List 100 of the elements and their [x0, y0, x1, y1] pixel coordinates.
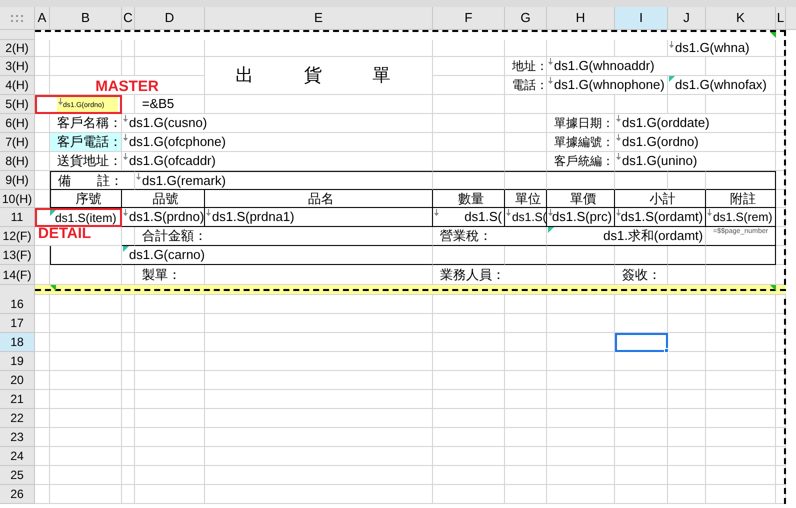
spreadsheet-cell[interactable]: 地址：	[505, 57, 547, 76]
column-header[interactable]: F	[433, 7, 505, 30]
spreadsheet-cell[interactable]: 單據日期：	[547, 114, 615, 133]
column-header[interactable]: H	[547, 7, 615, 30]
spreadsheet-cell[interactable]: 品名	[205, 190, 433, 208]
cell-text: =&B5	[142, 95, 174, 114]
spreadsheet-cell[interactable]: 合計金額：	[135, 227, 433, 246]
row-header[interactable]: 6(H)	[0, 114, 35, 133]
row-header[interactable]: 3(H)	[0, 57, 35, 76]
row-header[interactable]: 21	[0, 390, 35, 409]
cell-text: ds1.G(whnoaddr)	[554, 57, 654, 76]
spreadsheet-cell[interactable]: 單位	[505, 190, 547, 208]
spreadsheet-cell[interactable]: 品號	[122, 190, 205, 208]
spreadsheet-cell[interactable]: ds1.G(orddate)	[615, 114, 776, 133]
cell-text: ds1.G(ofcphone)	[129, 133, 226, 152]
row-header[interactable]: 22	[0, 409, 35, 428]
spreadsheet-cell[interactable]: 電話：	[505, 76, 547, 95]
spreadsheet-cell[interactable]: ds1.S(rem)	[706, 208, 776, 227]
spreadsheet-cell[interactable]: ds1.G(ofcphone)	[122, 133, 433, 152]
row-header[interactable]: 25	[0, 466, 35, 485]
spreadsheet-cell[interactable]: ds1.S(	[505, 208, 547, 227]
row-header[interactable]: 4(H)	[0, 76, 35, 95]
fill-handle[interactable]	[664, 348, 669, 353]
row-header[interactable]: 19	[0, 352, 35, 371]
column-header[interactable]: G	[505, 7, 547, 30]
row-header[interactable]: 13(F)	[0, 246, 35, 265]
spreadsheet-cell[interactable]: ds1.G(ofcaddr)	[122, 152, 433, 171]
band-label: MASTER	[95, 77, 159, 94]
column-header[interactable]: A	[35, 7, 50, 30]
spreadsheet-cell[interactable]: ds1.G(whna)	[668, 40, 776, 57]
spreadsheet-cell[interactable]: =&B5	[135, 95, 205, 114]
spreadsheet-cell[interactable]	[433, 171, 505, 190]
row-header[interactable]: 12(F)	[0, 227, 35, 246]
row-header[interactable]: 17	[0, 314, 35, 333]
row-header[interactable]: 11	[0, 208, 35, 227]
column-header[interactable]: E	[205, 7, 433, 30]
arrow-icon	[136, 173, 141, 180]
arrow-icon	[123, 134, 128, 141]
row-header[interactable]: 2(H)	[0, 40, 35, 57]
spreadsheet-cell[interactable]: ds1.求和(ordamt)	[547, 227, 706, 246]
spreadsheet-cell[interactable]: 小計	[615, 190, 706, 208]
spreadsheet-cell[interactable]: ds1.G(whnofax)	[668, 76, 776, 95]
row-header[interactable]: 5(H)	[0, 95, 35, 114]
column-header[interactable]: D	[135, 7, 205, 30]
spreadsheet-cell[interactable]	[615, 171, 668, 190]
spreadsheet-cell[interactable]	[505, 171, 547, 190]
spreadsheet-cell[interactable]: DETAIL	[35, 227, 122, 246]
row-header[interactable]: 14(F)	[0, 265, 35, 285]
spreadsheet-cell[interactable]	[706, 246, 776, 265]
cell-text: 單據日期：	[554, 115, 614, 132]
spreadsheet-cell[interactable]: ds1.G(ordno)	[615, 133, 776, 152]
spreadsheet-cell[interactable]: 附註	[706, 190, 776, 208]
spreadsheet-cell[interactable]: ds1.S(item)	[35, 208, 122, 227]
arrow-icon	[123, 209, 128, 216]
spreadsheet-cell[interactable]: ds1.G(whnoaddr)	[547, 57, 706, 76]
row-header[interactable]: 9(H)	[0, 171, 35, 190]
spreadsheet-cell[interactable]: 序號	[50, 190, 122, 208]
column-header[interactable]: C	[122, 7, 135, 30]
spreadsheet-cell[interactable]: ds1.G(unino)	[615, 152, 776, 171]
cell-text: 地址：	[512, 58, 548, 75]
spreadsheet-cell[interactable]	[547, 171, 615, 190]
cell-text: 業務人員：	[440, 266, 505, 284]
spreadsheet-cell[interactable]: MASTER	[50, 76, 205, 95]
row-header[interactable]: 18	[0, 333, 35, 352]
spreadsheet-cell[interactable]: ds1.G(remark)	[135, 171, 433, 190]
row-header[interactable]: 16	[0, 295, 35, 314]
spreadsheet-cell[interactable]: 單價	[547, 190, 615, 208]
column-header[interactable]: J	[668, 7, 706, 30]
cell-text: 單價	[570, 190, 596, 208]
row-header[interactable]: 24	[0, 447, 35, 466]
column-header[interactable]: I	[615, 7, 668, 30]
spreadsheet-cell[interactable]: ds1.G(carno)	[122, 246, 433, 265]
spreadsheet-cell[interactable]: ds1.G(cusno)	[122, 114, 433, 133]
column-header[interactable]: B	[50, 7, 122, 30]
header-cell	[0, 30, 35, 40]
spreadsheet-cell[interactable]: 營業稅：	[433, 227, 547, 246]
spreadsheet-cell[interactable]: ds1.S(prdna1)	[205, 208, 433, 227]
spreadsheet-cell[interactable]	[706, 171, 776, 190]
spreadsheet-cell[interactable]: 單據編號：	[547, 133, 615, 152]
arrow-icon	[707, 209, 712, 216]
select-all-corner[interactable]	[0, 7, 35, 30]
cell-text: 營業稅：	[440, 227, 492, 246]
row-header[interactable]: 26	[0, 485, 35, 504]
triangle-icon	[770, 285, 776, 291]
row-header[interactable]: 10(H)	[0, 190, 35, 208]
spreadsheet-cell[interactable]: 備 註：	[50, 171, 135, 190]
row-header[interactable]: 8(H)	[0, 152, 35, 171]
cell-text: 序號	[76, 190, 102, 208]
spreadsheet-cell[interactable]: ds1.S(	[433, 208, 505, 227]
selected-cell[interactable]	[615, 333, 668, 352]
row-header[interactable]: 7(H)	[0, 133, 35, 152]
row-header[interactable]: 23	[0, 428, 35, 447]
row-header[interactable]: 20	[0, 371, 35, 390]
spreadsheet-cell[interactable]	[668, 171, 706, 190]
spreadsheet-cell[interactable]: 客戶統編：	[547, 152, 615, 171]
spreadsheet-cell[interactable]: 數量	[433, 190, 505, 208]
column-header[interactable]: L	[776, 7, 786, 30]
cell-text: ds1.G(whnofax)	[675, 76, 767, 94]
column-header[interactable]: K	[706, 7, 776, 30]
spreadsheet-cell[interactable]: 出 貨 單	[205, 57, 433, 95]
